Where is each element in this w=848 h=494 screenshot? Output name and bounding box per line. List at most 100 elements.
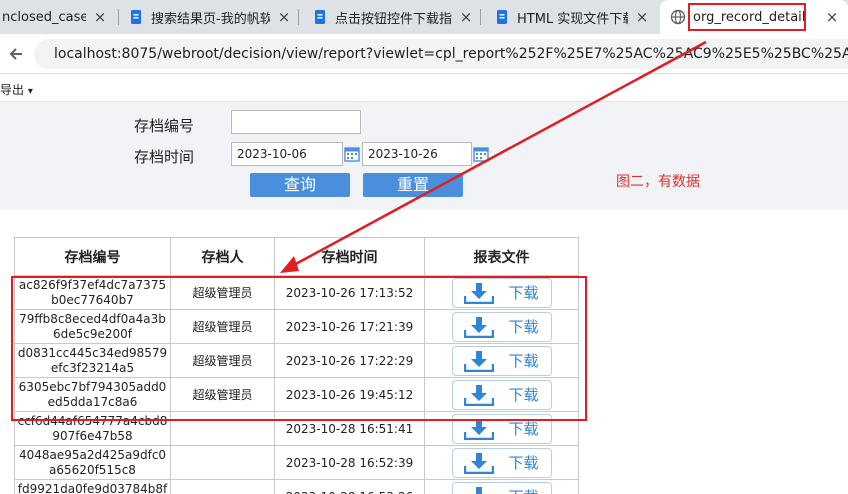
archive-time-cell: 2023-10-26 17:13:52	[274, 275, 425, 310]
archive-no-cell: ccf6d44af654777a4cbd8907f6e47b58	[14, 411, 171, 446]
close-icon[interactable]: ×	[824, 8, 840, 26]
chevron-down-icon: ▾	[27, 86, 33, 97]
doc-icon	[315, 10, 325, 24]
download-icon	[464, 350, 495, 372]
column-header: 存档人	[170, 237, 275, 276]
column-header: 存档时间	[274, 237, 425, 276]
archive-user-cell: 超级管理员	[170, 343, 275, 378]
table-row: 6305ebc7bf794305add0ed5dda17c8a6 超级管理员 202…	[14, 377, 579, 412]
archive-no-cell: 6305ebc7bf794305add0ed5dda17c8a6	[14, 377, 171, 412]
download-button[interactable]: 下载	[451, 277, 552, 308]
report-file-cell: 下载	[424, 275, 579, 310]
tab-title: nclosed_case	[2, 9, 86, 25]
download-icon	[464, 316, 495, 338]
date-start-input[interactable]: 2023-10-06	[231, 142, 343, 166]
archive-user-cell: 超级管理员	[170, 377, 275, 412]
close-icon[interactable]: ×	[276, 8, 292, 26]
reset-button[interactable]: 重置	[363, 173, 463, 197]
table-header-row: 存档编号 存档人 存档时间 报表文件	[14, 237, 579, 276]
download-button[interactable]: 下载	[451, 481, 552, 494]
close-icon[interactable]: ×	[458, 8, 474, 26]
doc-icon	[497, 10, 507, 24]
archive-user-cell: 超级管理员	[170, 309, 275, 344]
download-button[interactable]: 下载	[451, 345, 552, 376]
report-file-cell: 下载	[424, 445, 579, 480]
download-label: 下载	[508, 318, 539, 336]
tab-search-results[interactable]: 搜索结果页-我的帆软 ×	[128, 0, 292, 34]
date-end-input[interactable]: 2023-10-26	[362, 142, 472, 166]
download-button[interactable]: 下载	[451, 311, 552, 342]
archive-time-cell: 2023-10-26 17:21:39	[274, 309, 425, 344]
tab-separator	[480, 9, 481, 25]
archive-user-cell	[170, 445, 275, 480]
close-icon[interactable]: ×	[92, 8, 108, 26]
download-label: 下载	[508, 420, 539, 438]
table-row: 4048ae95a2d425a9dfc0a65620f515c8 2023-10-…	[14, 445, 579, 480]
back-arrow-icon	[9, 48, 22, 60]
export-label: 导出	[0, 83, 25, 97]
calendar-icon[interactable]	[471, 143, 491, 165]
archive-no-cell: fd9921da0fe9d03784b8f5	[14, 479, 171, 494]
browser-window: nclosed_case × 搜索结果页-我的帆软 × 点击按钮控件下载指定 ×…	[0, 0, 848, 494]
archive-table: 存档编号 存档人 存档时间 报表文件 ac826f9f37ef4dc7a7375…	[14, 237, 579, 494]
tab-enclosed-case[interactable]: nclosed_case ×	[0, 0, 108, 34]
archive-time-cell: 2023-10-28 16:52:39	[274, 445, 425, 480]
archive-user-cell	[170, 479, 275, 494]
archive-no-label: 存档编号	[134, 117, 195, 135]
archive-time-cell: 2023-10-26 17:22:29	[274, 343, 425, 378]
query-button[interactable]: 查询	[250, 173, 350, 197]
calendar-icon[interactable]	[342, 143, 362, 165]
tab-separator	[298, 9, 299, 25]
table-row: fd9921da0fe9d03784b8f5 2023-10-28 16:53:2…	[14, 479, 579, 494]
archive-no-cell: ac826f9f37ef4dc7a7375b0ec77640b7	[14, 275, 171, 310]
report-toolbar: 导出 ▾	[0, 75, 848, 102]
tab-org-record-detail[interactable]: org_record_detail ×	[660, 0, 848, 34]
url-text: localhost:8075/webroot/decision/view/rep…	[54, 46, 848, 62]
report-file-cell: 下载	[424, 343, 579, 378]
archive-time-cell: 2023-10-26 19:45:12	[274, 377, 425, 412]
archive-no-cell: d0831cc445c34ed98579efc3f23214a5	[14, 343, 171, 378]
report-file-cell: 下载	[424, 377, 579, 412]
archive-time-cell: 2023-10-28 16:53:26	[274, 479, 425, 494]
back-button[interactable]	[4, 42, 28, 66]
tab-title: 点击按钮控件下载指定	[335, 11, 452, 27]
archive-user-cell	[170, 411, 275, 446]
column-header: 存档编号	[14, 237, 171, 276]
download-icon	[476, 486, 483, 494]
table-body: ac826f9f37ef4dc7a7375b0ec77640b7 超级管理员 202…	[14, 275, 579, 494]
address-bar-row: localhost:8075/webroot/decision/view/rep…	[0, 34, 848, 74]
tab-title: 搜索结果页-我的帆软	[151, 11, 270, 27]
address-bar[interactable]: localhost:8075/webroot/decision/view/rep…	[34, 39, 848, 69]
download-icon	[464, 282, 495, 304]
archive-user-cell: 超级管理员	[170, 275, 275, 310]
annotation-text: 图二，有数据	[616, 174, 700, 190]
report-file-cell: 下载	[424, 309, 579, 344]
archive-time-label: 存档时间	[134, 148, 195, 166]
tab-button-download[interactable]: 点击按钮控件下载指定 ×	[312, 0, 474, 34]
close-icon[interactable]: ×	[634, 8, 650, 26]
report-file-cell: 下载	[424, 479, 579, 494]
archive-no-cell: 4048ae95a2d425a9dfc0a65620f515c8	[14, 445, 171, 480]
doc-icon	[131, 10, 141, 24]
download-icon	[464, 384, 495, 406]
download-button[interactable]: 下载	[451, 413, 552, 444]
column-header: 报表文件	[424, 237, 579, 276]
download-label: 下载	[508, 386, 539, 404]
parameter-panel: 存档编号 存档时间 2023-10-06 2023-10-26 查询 重置	[0, 102, 848, 210]
archive-time-cell: 2023-10-28 16:51:41	[274, 411, 425, 446]
download-button[interactable]: 下载	[451, 447, 552, 478]
export-menu-button[interactable]: 导出 ▾	[0, 81, 33, 98]
download-label: 下载	[508, 486, 538, 494]
download-label: 下载	[508, 454, 539, 472]
download-button[interactable]: 下载	[451, 379, 552, 410]
tab-strip: nclosed_case × 搜索结果页-我的帆软 × 点击按钮控件下载指定 ×…	[0, 0, 848, 34]
download-icon	[464, 418, 495, 440]
tab-title: HTML 实现文件下载	[517, 11, 628, 27]
globe-icon	[670, 9, 686, 25]
download-label: 下载	[508, 284, 539, 302]
tab-html-download[interactable]: HTML 实现文件下载 ×	[494, 0, 650, 34]
download-label: 下载	[508, 352, 539, 370]
tab-title: org_record_detail	[693, 9, 806, 25]
tab-separator	[118, 9, 119, 25]
archive-no-input[interactable]	[231, 110, 361, 134]
